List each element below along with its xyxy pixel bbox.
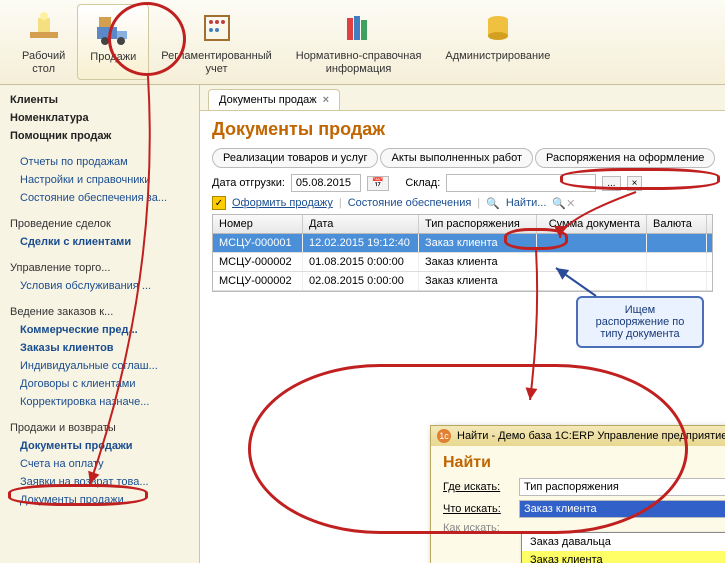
how-label: Как искать:: [443, 522, 513, 534]
sidebar-group-sales-returns: Продажи и возвраты: [0, 419, 195, 437]
find-titlebar[interactable]: 1c Найти - Демо база 1С:ERP Управление п…: [431, 426, 725, 446]
dropdown-item[interactable]: Заказ давальца: [522, 533, 725, 551]
sidebar-sale-docs-2[interactable]: Документы продажи: [4, 491, 195, 509]
annotation-callout: Ищем распоряжение по типу документа: [576, 296, 704, 348]
table-row[interactable]: МСЦУ-000001 12.02.2015 19:12:40 Заказ кл…: [213, 234, 712, 253]
sidebar-group-deals: Проведение сделок: [0, 215, 195, 233]
toolbar-admin[interactable]: Администрирование: [433, 4, 562, 80]
sidebar-client-orders[interactable]: Заказы клиентов: [4, 339, 195, 357]
sidebar-commercial[interactable]: Коммерческие пред...: [4, 321, 195, 339]
sidebar-supply-state[interactable]: Состояние обеспечения за...: [4, 189, 195, 207]
wh-input[interactable]: [446, 174, 596, 192]
state-label[interactable]: Состояние обеспечения: [348, 197, 472, 209]
table-row[interactable]: МСЦУ-000002 02.08.2015 0:00:00 Заказ кли…: [213, 272, 712, 291]
truck-icon: [93, 9, 133, 49]
subtab-realizations[interactable]: Реализации товаров и услуг: [212, 148, 378, 168]
main-toolbar: Рабочий стол Продажи Регламентированный …: [0, 0, 725, 85]
sidebar-settings[interactable]: Настройки и справочники: [4, 171, 195, 189]
sidebar-group-orders: Ведение заказов к...: [0, 303, 195, 321]
sidebar-correction[interactable]: Корректировка назначе...: [4, 393, 195, 411]
subtabs: Реализации товаров и услуг Акты выполнен…: [212, 148, 713, 168]
sidebar-reports[interactable]: Отчеты по продажам: [4, 153, 195, 171]
wh-clear-button[interactable]: ×: [627, 176, 643, 191]
sidebar-group-trade: Управление торго...: [0, 259, 195, 277]
sidebar-contracts[interactable]: Договоры с клиентами: [4, 375, 195, 393]
tabbar: Документы продаж ×: [200, 85, 725, 111]
sidebar-clients[interactable]: Клиенты: [4, 91, 195, 109]
grid-header: Номер Дата Тип распоряжения Сумма докуме…: [213, 215, 712, 234]
find-heading: Найти: [443, 454, 725, 472]
sidebar-nomenclature[interactable]: Номенклатура: [4, 109, 195, 127]
toolbar-reference[interactable]: Нормативно-справочная информация: [284, 4, 434, 80]
date-label: Дата отгрузки:: [212, 177, 285, 189]
what-input[interactable]: Заказ клиента: [519, 500, 725, 518]
sidebar-service-terms[interactable]: Условия обслуживания ...: [4, 277, 195, 295]
find-dialog: 1c Найти - Демо база 1С:ERP Управление п…: [430, 425, 725, 563]
offer-label[interactable]: Оформить продажу: [232, 197, 333, 209]
sidebar-client-deals[interactable]: Сделки с клиентами: [4, 233, 195, 251]
subtab-orders-issue[interactable]: Распоряжения на оформление: [535, 148, 715, 168]
toolbar-accounting[interactable]: Регламентированный учет: [149, 4, 284, 80]
sidebar-sale-docs[interactable]: Документы продажи: [4, 437, 195, 455]
find-window-title: Найти - Демо база 1С:ERP Управление пред…: [457, 430, 725, 442]
sidebar-invoices[interactable]: Счета на оплату: [4, 455, 195, 473]
search-icon: 🔍: [486, 197, 500, 210]
date-input[interactable]: [291, 174, 361, 192]
books-icon: [339, 8, 379, 48]
what-label: Что искать:: [443, 503, 513, 515]
sidebar-return-requests[interactable]: Заявки на возврат това...: [4, 473, 195, 491]
sidebar: Клиенты Номенклатура Помощник продаж Отч…: [0, 85, 200, 563]
col-number[interactable]: Номер: [213, 215, 303, 233]
sidebar-individual[interactable]: Индивидуальные соглаш...: [4, 357, 195, 375]
col-date[interactable]: Дата: [303, 215, 419, 233]
clear-search-icon[interactable]: 🔍✕: [552, 197, 575, 210]
tab-sale-docs[interactable]: Документы продаж ×: [208, 89, 340, 110]
wh-select-button[interactable]: ...: [602, 176, 620, 191]
offer-checkbox[interactable]: ✓: [212, 196, 226, 210]
col-currency[interactable]: Валюта: [647, 215, 707, 233]
data-grid: Номер Дата Тип распоряжения Сумма докуме…: [212, 214, 713, 292]
app-icon: 1c: [437, 429, 451, 443]
tab-close-icon[interactable]: ×: [323, 94, 329, 106]
sidebar-sales-helper[interactable]: Помощник продаж: [4, 127, 195, 145]
tab-label: Документы продаж: [219, 94, 317, 106]
db-icon: [478, 8, 518, 48]
page-title: Документы продаж: [212, 119, 713, 140]
abacus-icon: [197, 8, 237, 48]
wh-label: Склад:: [405, 177, 440, 189]
toolbar-desktop[interactable]: Рабочий стол: [10, 4, 77, 80]
col-type[interactable]: Тип распоряжения: [419, 215, 537, 233]
toolbar-sales[interactable]: Продажи: [77, 4, 149, 80]
subtab-acts[interactable]: Акты выполненных работ: [380, 148, 533, 168]
table-row[interactable]: МСЦУ-000002 01.08.2015 0:00:00 Заказ кли…: [213, 253, 712, 272]
calendar-icon[interactable]: 📅: [367, 176, 389, 191]
where-input[interactable]: Тип распоряжения: [519, 478, 725, 496]
col-sum[interactable]: Сумма документа: [537, 215, 647, 233]
desk-icon: [24, 8, 64, 48]
dropdown-item[interactable]: Заказ клиента: [522, 551, 725, 563]
find-button[interactable]: Найти...: [506, 197, 547, 209]
where-label: Где искать:: [443, 481, 513, 493]
